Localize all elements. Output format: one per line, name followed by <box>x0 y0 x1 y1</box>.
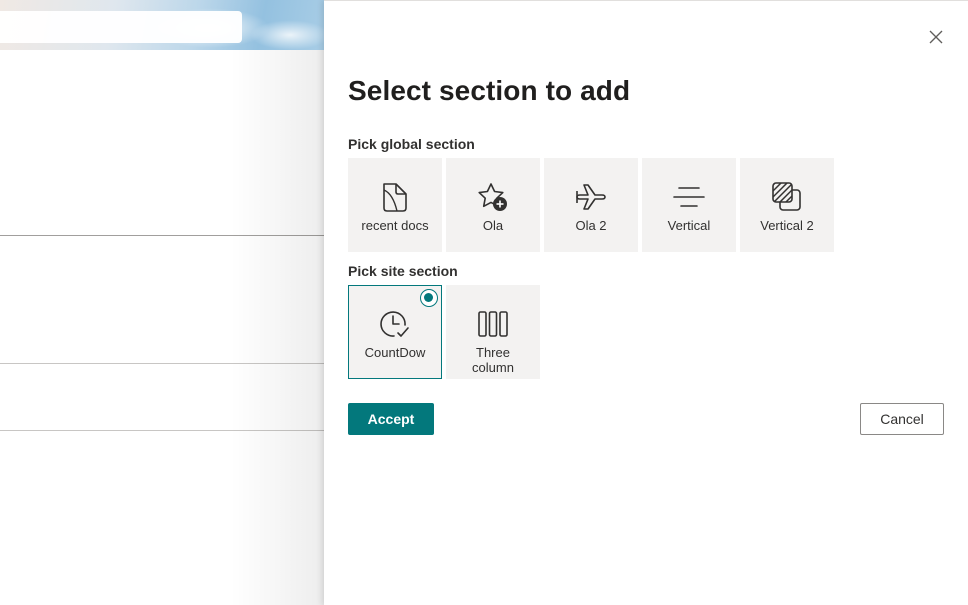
clock-check-icon <box>378 307 412 341</box>
tile-label: Vertical <box>667 218 711 233</box>
tile-label: Ola <box>482 218 504 233</box>
panel-overlay-shadow <box>230 50 324 605</box>
site-section-tiles: CountDow Three column <box>348 285 540 379</box>
tile-vertical-2[interactable]: Vertical 2 <box>740 158 834 252</box>
selected-radio[interactable] <box>420 289 438 307</box>
cancel-button[interactable]: Cancel <box>860 403 944 435</box>
background-divider <box>0 235 324 236</box>
accept-button[interactable]: Accept <box>348 403 434 435</box>
tile-vertical[interactable]: Vertical <box>642 158 736 252</box>
airplane-icon <box>574 180 608 214</box>
close-button[interactable] <box>928 29 944 45</box>
background-search-box[interactable] <box>0 11 242 43</box>
tile-label: Three column <box>472 345 514 375</box>
background-divider <box>0 430 324 431</box>
background-page <box>0 0 324 605</box>
radio-dot <box>424 293 433 302</box>
tile-countdown[interactable]: CountDow <box>348 285 442 379</box>
hatched-squares-icon <box>770 180 804 214</box>
tile-ola[interactable]: Ola <box>446 158 540 252</box>
background-divider <box>0 363 324 364</box>
tile-three-column[interactable]: Three column <box>446 285 540 379</box>
panel-title: Select section to add <box>348 75 631 106</box>
close-icon <box>929 30 943 44</box>
site-section-label: Pick site section <box>348 263 458 279</box>
select-section-panel: Select section to add Pick global sectio… <box>324 0 968 605</box>
tile-label: CountDow <box>364 345 426 360</box>
tile-recent-docs[interactable]: recent docs <box>348 158 442 252</box>
star-add-icon <box>476 180 510 214</box>
tile-label: recent docs <box>361 218 429 233</box>
text-center-icon <box>672 180 706 214</box>
global-section-label: Pick global section <box>348 136 475 152</box>
document-icon <box>378 180 412 214</box>
page: Select section to add Pick global sectio… <box>0 0 968 605</box>
tile-label: Ola 2 <box>575 218 607 233</box>
tile-ola-2[interactable]: Ola 2 <box>544 158 638 252</box>
banner-cloud <box>250 20 324 50</box>
three-columns-icon <box>476 307 510 341</box>
tile-label: Vertical 2 <box>760 218 814 233</box>
global-section-tiles: recent docs Ola Ola 2 Vertical Vertical … <box>348 158 834 252</box>
